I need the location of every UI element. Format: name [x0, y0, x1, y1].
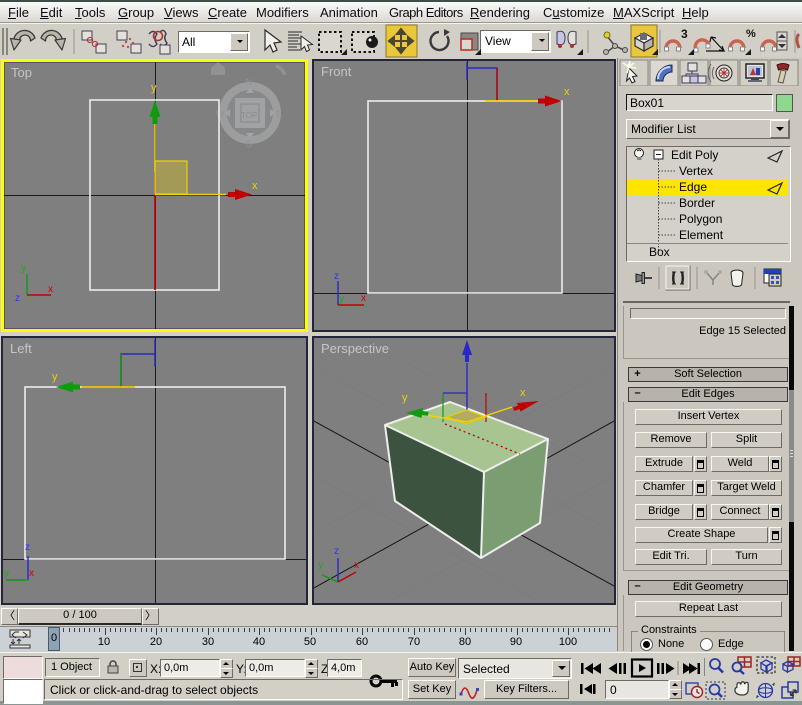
svg-text:x: x [361, 293, 366, 304]
svg-text:z: z [334, 546, 339, 557]
svg-text:N: N [246, 77, 253, 87]
svg-text:y: y [402, 392, 408, 404]
svg-text:Top: Top [11, 65, 32, 80]
svg-text:z: z [334, 271, 339, 282]
svg-text:Box: Box [649, 245, 670, 259]
svg-text:Edge: Edge [679, 180, 707, 194]
svg-text:TOP: TOP [241, 111, 257, 120]
svg-text:y: y [52, 371, 58, 383]
svg-text:Left: Left [10, 341, 32, 356]
svg-text:Edit Poly: Edit Poly [671, 148, 718, 162]
svg-text:Element: Element [679, 228, 724, 242]
svg-text:Vertex: Vertex [679, 164, 713, 178]
svg-text:x: x [48, 284, 53, 295]
svg-text:x: x [29, 568, 34, 579]
svg-text:x: x [520, 387, 526, 399]
svg-text:Perspective: Perspective [321, 341, 389, 356]
svg-text:W: W [216, 109, 225, 119]
svg-text:y: y [4, 568, 9, 579]
svg-text:z: z [25, 542, 30, 553]
svg-text:Border: Border [679, 196, 715, 210]
svg-text:E: E [276, 109, 282, 119]
svg-text:x: x [354, 560, 359, 571]
svg-text:S: S [246, 139, 252, 149]
svg-text:x: x [252, 180, 258, 192]
svg-text:y: y [318, 560, 323, 571]
svg-text:y: y [339, 294, 344, 305]
svg-text:z: z [15, 293, 20, 304]
svg-text:y: y [151, 82, 157, 94]
svg-text:Polygon: Polygon [679, 212, 722, 226]
svg-text:Front: Front [321, 64, 352, 79]
svg-text:x: x [564, 86, 570, 98]
svg-text:y: y [21, 263, 26, 274]
